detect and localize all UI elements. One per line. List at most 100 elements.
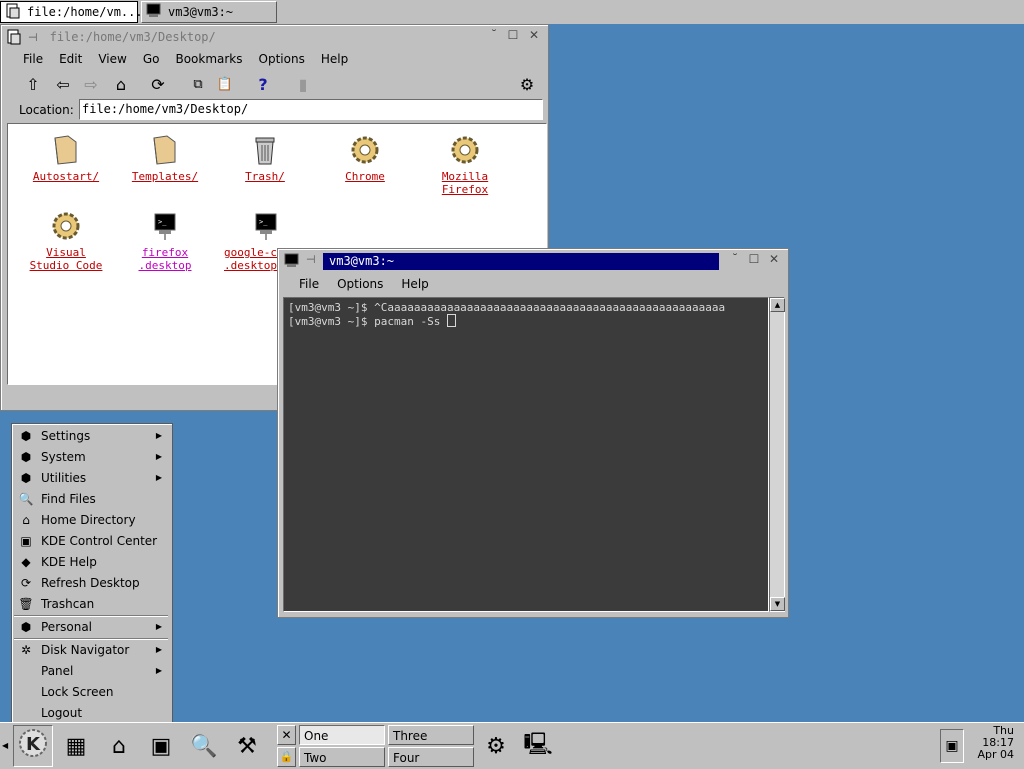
find-button[interactable]: 🔍 xyxy=(184,725,224,767)
menu-item-lock-screen[interactable]: Lock Screen xyxy=(14,681,168,702)
terminal-launcher-button[interactable]: 🖳 xyxy=(518,725,558,767)
menu-file[interactable]: File xyxy=(23,52,43,66)
desktop-item-visual-studio-code[interactable]: Visual Studio Code xyxy=(21,210,111,272)
menu-item-find-files[interactable]: 🔍 Find Files xyxy=(14,488,168,509)
menu-bookmarks[interactable]: Bookmarks xyxy=(175,52,242,66)
home-button[interactable]: ⌂ xyxy=(109,72,133,96)
vertical-scrollbar[interactable]: ▲ ▼ xyxy=(769,297,785,612)
close-desktop-button[interactable]: ✕ xyxy=(277,725,296,745)
item-label: firefox .desktop xyxy=(138,246,192,272)
submenu-arrow-icon: ▶ xyxy=(155,431,162,440)
desktop-four-button[interactable]: Four xyxy=(388,747,474,767)
menu-item-label: KDE Help xyxy=(41,554,97,569)
menu-item-utilities[interactable]: ⬢ Utilities ▶ xyxy=(14,467,168,488)
desktop-two-button[interactable]: Two xyxy=(299,747,385,767)
menu-item-kde-help[interactable]: ◆ KDE Help xyxy=(14,551,168,572)
terminal-icon: 🖳 xyxy=(523,732,553,757)
refresh-icon: ⟳ xyxy=(20,575,32,590)
submenu-arrow-icon: ▶ xyxy=(155,645,162,654)
scroll-up-button[interactable]: ▲ xyxy=(770,298,785,312)
menu-item-settings[interactable]: ⬢ Settings ▶ xyxy=(14,425,168,446)
menu-item-disk-navigator[interactable]: ✲ Disk Navigator ▶ xyxy=(14,639,168,660)
terminal-screen[interactable]: [vm3@vm3 ~]$ ^Caaaaaaaaaaaaaaaaaaaaaaaaa… xyxy=(283,297,769,612)
menu-view[interactable]: View xyxy=(98,52,126,66)
system-icon: ⬢ xyxy=(20,449,32,464)
copy-button[interactable]: ⧉ xyxy=(186,72,210,96)
desktop-item-autostart[interactable]: Autostart/ xyxy=(21,134,111,183)
menu-item-personal[interactable]: ⬢ Personal ▶ xyxy=(14,616,168,637)
menu-bar: File Options Help xyxy=(299,274,429,294)
monitor-icon: ▣ xyxy=(945,738,959,754)
pin-icon[interactable]: ⊣ xyxy=(306,253,316,266)
svg-text:K: K xyxy=(26,734,41,755)
menu-item-label: Trashcan xyxy=(41,596,95,611)
settings-gear-button[interactable]: ⚙ xyxy=(515,72,539,96)
home-folder-button[interactable]: ⌂ xyxy=(99,725,139,767)
menu-item-trashcan[interactable]: 🗑 Trashcan xyxy=(14,593,168,614)
panel-hide-arrow-icon[interactable]: ◀ xyxy=(2,725,10,767)
task-terminal[interactable]: vm3@vm3:~ xyxy=(141,1,277,23)
stop-button[interactable]: ▮ xyxy=(291,72,315,96)
forward-button[interactable]: ⇨ xyxy=(79,72,103,96)
lock-button[interactable]: 🔒 xyxy=(277,747,296,767)
menu-edit[interactable]: Edit xyxy=(59,52,82,66)
desktop-three-button[interactable]: Three xyxy=(388,725,474,745)
desktop-item-trash[interactable]: Trash/ xyxy=(220,134,310,183)
home-folder-icon: ⌂ xyxy=(112,733,126,759)
maximize-button[interactable]: ☐ xyxy=(747,252,761,266)
menu-item-panel[interactable]: Panel ▶ xyxy=(14,660,168,681)
home-icon: ⌂ xyxy=(115,74,127,94)
desktop-one-button[interactable]: One xyxy=(299,725,385,745)
window-title[interactable]: vm3@vm3:~ xyxy=(323,253,719,270)
desktop-item-templates[interactable]: Templates/ xyxy=(120,134,210,183)
terminal-line-prompt: [vm3@vm3 ~]$ pacman -Ss xyxy=(288,314,764,328)
up-button[interactable]: ⇧ xyxy=(21,72,45,96)
maximize-button[interactable]: ☐ xyxy=(506,28,520,42)
window-list-button[interactable]: ▦ xyxy=(56,725,96,767)
folder-icon xyxy=(149,134,181,166)
menu-item-refresh-desktop[interactable]: ⟳ Refresh Desktop xyxy=(14,572,168,593)
copy-icon: ⧉ xyxy=(193,76,203,92)
help-button[interactable]: ? xyxy=(251,72,275,96)
menu-file[interactable]: File xyxy=(299,277,319,291)
desktop-item-mozilla-firefox[interactable]: Mozilla Firefox xyxy=(420,134,510,196)
close-button[interactable]: ✕ xyxy=(767,252,781,266)
minimize-button[interactable]: ˘ xyxy=(728,252,742,266)
back-button[interactable]: ⇦ xyxy=(51,72,75,96)
minimize-button[interactable]: ˘ xyxy=(487,28,501,42)
close-button[interactable]: ✕ xyxy=(527,28,541,42)
utilities-button[interactable]: ⚒ xyxy=(227,725,267,767)
gear-app-button[interactable]: ⚙ xyxy=(476,725,516,767)
task-konqueror[interactable]: file:/home/vm... xyxy=(0,1,143,23)
k-menu-button[interactable]: K xyxy=(13,725,53,767)
terminal-window-icon[interactable] xyxy=(284,253,300,269)
top-taskbar: file:/home/vm... vm3@vm3:~ xyxy=(0,0,1024,24)
menu-item-system[interactable]: ⬢ System ▶ xyxy=(14,446,168,467)
menu-help[interactable]: Help xyxy=(401,277,428,291)
folder-icon xyxy=(50,134,82,166)
menu-options[interactable]: Options xyxy=(337,277,383,291)
pin-icon[interactable]: ⊣ xyxy=(28,31,38,44)
menu-bar: File Edit View Go Bookmarks Options Help xyxy=(23,49,348,69)
pager-applet[interactable]: ▣ xyxy=(940,729,964,763)
menu-go[interactable]: Go xyxy=(143,52,160,66)
task-label: file:/home/vm... xyxy=(27,5,143,19)
location-input[interactable]: file:/home/vm3/Desktop/ xyxy=(79,99,543,120)
menu-help[interactable]: Help xyxy=(321,52,348,66)
title-bar[interactable]: ⊣ file:/home/vm3/Desktop/ xyxy=(3,27,546,47)
menu-item-kde-control-center[interactable]: ▣ KDE Control Center xyxy=(14,530,168,551)
menu-options[interactable]: Options xyxy=(259,52,305,66)
menu-item-logout[interactable]: Logout xyxy=(14,702,168,723)
menu-item-label: Utilities xyxy=(41,470,87,485)
paste-button[interactable]: 📋 xyxy=(213,72,237,96)
desktop-item-firefox-desktop[interactable]: >_ firefox .desktop xyxy=(120,210,210,272)
scroll-down-button[interactable]: ▼ xyxy=(770,597,785,611)
reload-button[interactable]: ⟳ xyxy=(146,72,170,96)
task-label: vm3@vm3:~ xyxy=(168,5,234,19)
stop-icon: ▮ xyxy=(298,74,308,94)
control-center-button[interactable]: ▣ xyxy=(141,725,181,767)
terminal-icon: >_ xyxy=(149,210,181,242)
desktop-item-chrome[interactable]: Chrome xyxy=(320,134,410,183)
menu-item-home-directory[interactable]: ⌂ Home Directory xyxy=(14,509,168,530)
window-icon[interactable] xyxy=(6,29,22,45)
